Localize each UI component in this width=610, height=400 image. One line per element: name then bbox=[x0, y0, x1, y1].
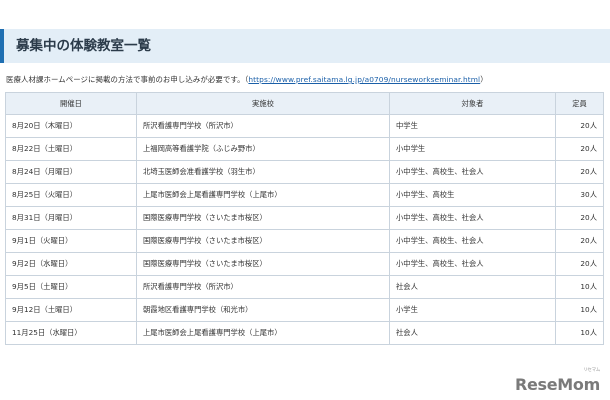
cell-school: 国際医療専門学校（さいたま市桜区） bbox=[136, 252, 390, 276]
cell-capacity: 20人 bbox=[555, 229, 604, 253]
cell-school: 上尾市医師会上尾看護専門学校（上尾市） bbox=[136, 321, 390, 345]
cell-date: 8月20日（木曜日） bbox=[5, 114, 137, 138]
logo-text: ReseMom bbox=[514, 375, 600, 394]
header-date: 開催日 bbox=[5, 92, 137, 115]
page-title-bar: 募集中の体験教室一覧 bbox=[0, 29, 610, 63]
cell-capacity: 10人 bbox=[555, 275, 604, 299]
seminar-table: 開催日 実施校 対象者 定員 8月20日（木曜日） 所沢看護専門学校（所沢市） … bbox=[5, 92, 604, 345]
cell-date: 9月5日（土曜日） bbox=[5, 275, 137, 299]
cell-target: 小中学生、高校生、社会人 bbox=[389, 229, 556, 253]
header-school: 実施校 bbox=[136, 92, 390, 115]
cell-capacity: 20人 bbox=[555, 252, 604, 276]
table-row: 8月20日（木曜日） 所沢看護専門学校（所沢市） 中学生 20人 bbox=[5, 114, 604, 138]
cell-date: 8月31日（月曜日） bbox=[5, 206, 137, 230]
cell-school: 所沢看護専門学校（所沢市） bbox=[136, 275, 390, 299]
cell-date: 9月2日（水曜日） bbox=[5, 252, 137, 276]
cell-capacity: 20人 bbox=[555, 206, 604, 230]
cell-capacity: 20人 bbox=[555, 114, 604, 138]
cell-date: 8月22日（土曜日） bbox=[5, 137, 137, 161]
intro-suffix: ） bbox=[480, 75, 488, 84]
cell-school: 北埼玉医師会准看護学校（羽生市） bbox=[136, 160, 390, 184]
cell-capacity: 20人 bbox=[555, 160, 604, 184]
table-row: 9月5日（土曜日） 所沢看護専門学校（所沢市） 社会人 10人 bbox=[5, 275, 604, 299]
cell-date: 9月1日（火曜日） bbox=[5, 229, 137, 253]
cell-capacity: 10人 bbox=[555, 298, 604, 322]
table-header-row: 開催日 実施校 対象者 定員 bbox=[5, 92, 604, 115]
cell-school: 上尾市医師会上尾看護専門学校（上尾市） bbox=[136, 183, 390, 207]
cell-school: 所沢看護専門学校（所沢市） bbox=[136, 114, 390, 138]
intro-lead: 医療人材課ホームページに掲載の方法で事前のお申し込みが必要です。（ bbox=[6, 75, 249, 84]
logo-kana: リセマム bbox=[583, 368, 600, 373]
cell-target: 小中学生、高校生、社会人 bbox=[389, 252, 556, 276]
cell-date: 8月25日（火曜日） bbox=[5, 183, 137, 207]
header-capacity: 定員 bbox=[555, 92, 604, 115]
table-row: 11月25日（水曜日） 上尾市医師会上尾看護専門学校（上尾市） 社会人 10人 bbox=[5, 321, 604, 345]
cell-capacity: 20人 bbox=[555, 137, 604, 161]
cell-target: 小学生 bbox=[389, 298, 556, 322]
cell-school: 国際医療専門学校（さいたま市桜区） bbox=[136, 229, 390, 253]
cell-school: 上福岡高等看護学院（ふじみ野市） bbox=[136, 137, 390, 161]
header-target: 対象者 bbox=[389, 92, 556, 115]
table-row: 8月25日（火曜日） 上尾市医師会上尾看護専門学校（上尾市） 小中学生、高校生 … bbox=[5, 183, 604, 207]
table-row: 9月12日（土曜日） 朝霞地区看護専門学校（和光市） 小学生 10人 bbox=[5, 298, 604, 322]
table-row: 8月22日（土曜日） 上福岡高等看護学院（ふじみ野市） 小中学生 20人 bbox=[5, 137, 604, 161]
table-row: 8月31日（月曜日） 国際医療専門学校（さいたま市桜区） 小中学生、高校生、社会… bbox=[5, 206, 604, 230]
cell-capacity: 10人 bbox=[555, 321, 604, 345]
cell-target: 小中学生、高校生、社会人 bbox=[389, 160, 556, 184]
cell-target: 社会人 bbox=[389, 321, 556, 345]
cell-target: 中学生 bbox=[389, 114, 556, 138]
table-row: 9月1日（火曜日） 国際医療専門学校（さいたま市桜区） 小中学生、高校生、社会人… bbox=[5, 229, 604, 253]
cell-school: 朝霞地区看護専門学校（和光市） bbox=[136, 298, 390, 322]
cell-date: 9月12日（土曜日） bbox=[5, 298, 137, 322]
cell-target: 小中学生、高校生 bbox=[389, 183, 556, 207]
cell-target: 小中学生 bbox=[389, 137, 556, 161]
table-row: 8月24日（月曜日） 北埼玉医師会准看護学校（羽生市） 小中学生、高校生、社会人… bbox=[5, 160, 604, 184]
seminar-link[interactable]: https://www.pref.saitama.lg.jp/a0709/nur… bbox=[248, 75, 480, 84]
cell-capacity: 30人 bbox=[555, 183, 604, 207]
cell-date: 11月25日（水曜日） bbox=[5, 321, 137, 345]
intro-text: 医療人材課ホームページに掲載の方法で事前のお申し込みが必要です。（https:/… bbox=[6, 74, 488, 85]
cell-target: 社会人 bbox=[389, 275, 556, 299]
page-title: 募集中の体験教室一覧 bbox=[16, 38, 151, 54]
cell-school: 国際医療専門学校（さいたま市桜区） bbox=[136, 206, 390, 230]
table-row: 9月2日（水曜日） 国際医療専門学校（さいたま市桜区） 小中学生、高校生、社会人… bbox=[5, 252, 604, 276]
cell-target: 小中学生、高校生、社会人 bbox=[389, 206, 556, 230]
cell-date: 8月24日（月曜日） bbox=[5, 160, 137, 184]
resemom-logo: リセマム ReseMom bbox=[514, 368, 600, 394]
